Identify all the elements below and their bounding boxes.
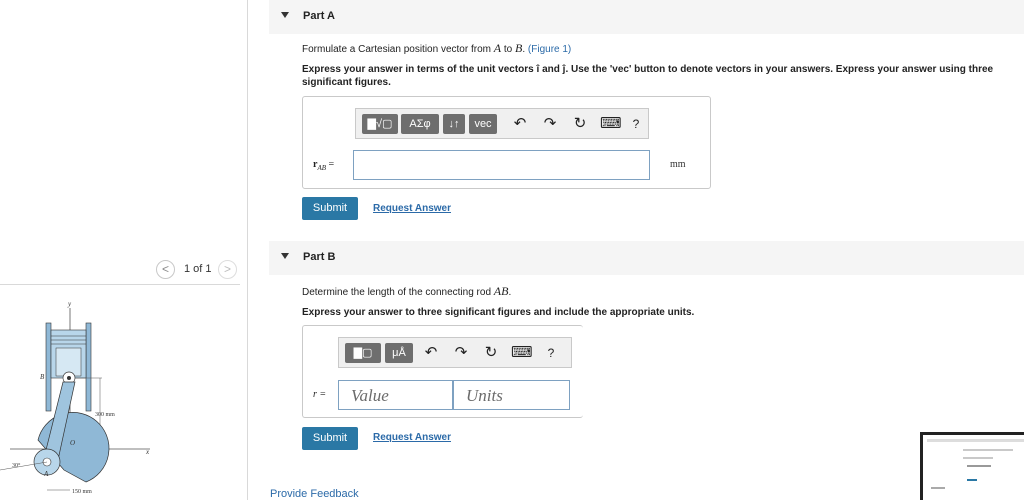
- part-a-instruction-line2: significant figures.: [302, 77, 391, 88]
- part-b-answer-label: r =: [313, 389, 327, 400]
- caret-down-icon: [281, 253, 289, 259]
- template-button[interactable]: ▇▢: [345, 343, 381, 363]
- part-a-prompt-text: Formulate a Cartesian position vector fr…: [302, 44, 494, 55]
- part-a-answer-input[interactable]: [353, 150, 650, 180]
- part-b-answer-box: ▇▢ μÅ ↶ ↷ ↻ ⌨ ? r = Value Units: [302, 325, 583, 418]
- part-b-submit-button[interactable]: Submit: [302, 427, 358, 450]
- template-button[interactable]: ▇√▢: [362, 114, 398, 134]
- keyboard-icon[interactable]: ⌨: [511, 342, 533, 364]
- point-b-label: B: [40, 373, 45, 381]
- part-a-answer-sub: AB: [317, 164, 327, 172]
- part-a-instruction: Express your answer in terms of the unit…: [302, 63, 1024, 89]
- pager-prev-button[interactable]: <: [156, 260, 175, 279]
- pager-text: 1 of 1: [184, 263, 212, 275]
- part-a-header[interactable]: Part A: [269, 0, 1024, 34]
- part-b-request-answer-link[interactable]: Request Answer: [373, 432, 451, 443]
- y-axis-label: y: [67, 300, 72, 308]
- part-b-prompt: Determine the length of the connecting r…: [302, 285, 511, 299]
- chevron-right-icon: >: [223, 262, 231, 276]
- dim-horizontal-label: 150 mm: [72, 489, 92, 495]
- units-placeholder: Units: [466, 386, 503, 405]
- part-b-prompt-text: Determine the length of the connecting r…: [302, 287, 494, 298]
- figure-link[interactable]: (Figure 1): [528, 44, 571, 55]
- figure-panel: < 1 of 1 > y x B 300 mm A O 30° 150 mm: [0, 0, 248, 500]
- cylinder-wall-left: [45, 322, 52, 412]
- point-a-label: A: [43, 470, 49, 478]
- part-b-value-input[interactable]: Value: [338, 380, 453, 410]
- part-a-prompt: Formulate a Cartesian position vector fr…: [302, 42, 571, 56]
- figure-pager: < 1 of 1 >: [0, 259, 240, 285]
- part-a-instruction-text: Express your answer in terms of the unit…: [302, 64, 537, 75]
- keyboard-icon[interactable]: ⌨: [600, 113, 622, 135]
- reset-icon[interactable]: ↻: [570, 113, 590, 135]
- redo-icon[interactable]: ↷: [451, 342, 471, 364]
- part-a-point-a: A: [493, 41, 502, 55]
- part-a-instruction-and: and: [539, 64, 563, 75]
- reset-icon[interactable]: ↻: [481, 342, 501, 364]
- value-placeholder: Value: [351, 386, 389, 405]
- cylinder-wall-right: [85, 322, 92, 412]
- part-a-answer-box: ▇√▢ ΑΣφ ↓↑ vec ↶ ↷ ↻ ⌨ ? rAB = mm: [302, 96, 711, 189]
- provide-feedback-link[interactable]: Provide Feedback: [270, 488, 359, 500]
- help-icon[interactable]: ?: [626, 113, 646, 135]
- page-thumbnail[interactable]: [920, 432, 1024, 500]
- part-a-answer-label: rAB =: [313, 159, 334, 172]
- vec-button[interactable]: vec: [469, 114, 497, 134]
- part-b-title: Part B: [303, 251, 336, 263]
- part-a-unit: mm: [670, 159, 686, 170]
- part-b-instruction: Express your answer to three significant…: [302, 307, 695, 318]
- part-a-answer-eq: =: [326, 159, 335, 170]
- part-b-rod-ab: AB: [493, 284, 509, 298]
- caret-down-icon: [281, 12, 289, 18]
- part-b-header[interactable]: Part B: [269, 241, 1024, 275]
- part-a-submit-button[interactable]: Submit: [302, 197, 358, 220]
- part-b-units-input[interactable]: Units: [453, 380, 570, 410]
- help-icon[interactable]: ?: [541, 342, 561, 364]
- redo-icon[interactable]: ↷: [540, 113, 560, 135]
- arrows-button[interactable]: ↓↑: [443, 114, 465, 134]
- part-a-title: Part A: [303, 10, 335, 22]
- dim-vertical-label: 300 mm: [95, 412, 115, 418]
- units-button[interactable]: μÅ: [385, 343, 413, 363]
- greek-button[interactable]: ΑΣφ: [401, 114, 439, 134]
- part-a-prompt-to: to: [501, 44, 515, 55]
- figure-image[interactable]: y x B 300 mm A O 30° 150 mm: [0, 290, 240, 500]
- angle-label: 30°: [12, 462, 21, 469]
- part-a-math-toolbar: ▇√▢ ΑΣφ ↓↑ vec ↶ ↷ ↻ ⌨ ?: [355, 108, 649, 139]
- part-a-request-answer-link[interactable]: Request Answer: [373, 203, 451, 214]
- point-o-label: O: [70, 439, 75, 447]
- undo-icon[interactable]: ↶: [421, 342, 441, 364]
- part-b-prompt-period: .: [508, 287, 512, 298]
- chevron-left-icon: <: [161, 262, 169, 276]
- undo-icon[interactable]: ↶: [510, 113, 530, 135]
- pager-next-button[interactable]: >: [218, 260, 237, 279]
- part-b-math-toolbar: ▇▢ μÅ ↶ ↷ ↻ ⌨ ?: [338, 337, 572, 368]
- part-a-instruction-suffix: . Use the 'vec' button to denote vectors…: [565, 64, 994, 75]
